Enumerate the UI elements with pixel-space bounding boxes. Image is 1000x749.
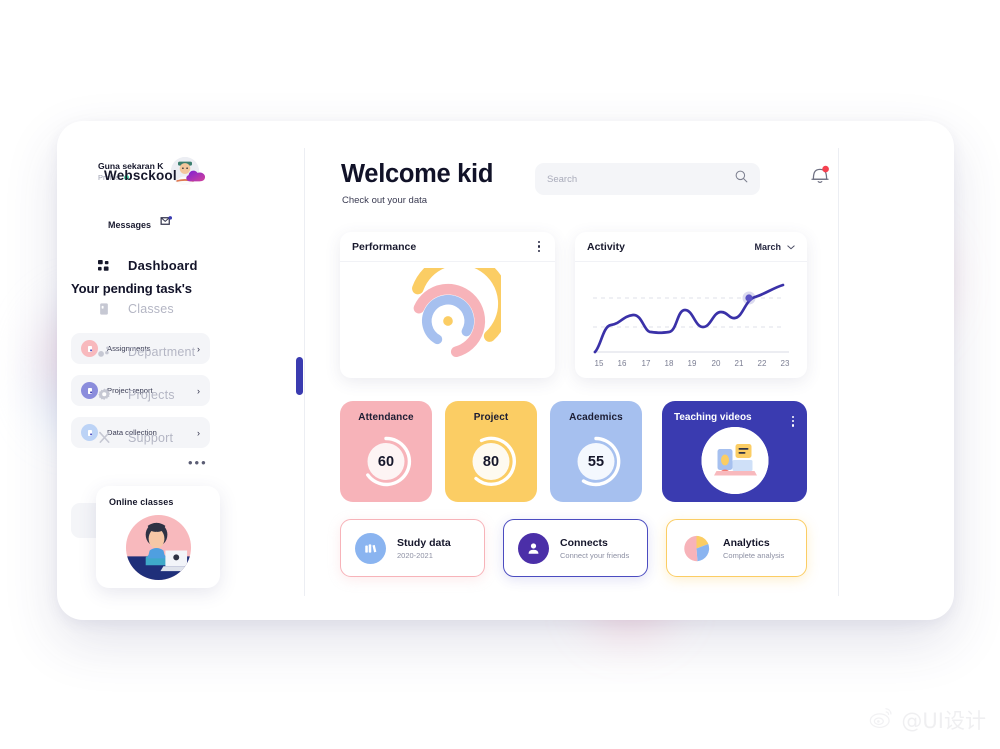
screenshot-root: Websckool Dashboard Classes Department P… — [0, 0, 1000, 749]
content-scrollbar[interactable] — [296, 357, 303, 395]
stat-value: 80 — [482, 453, 500, 470]
performance-radial-chart — [395, 253, 510, 379]
cloud-icon — [185, 168, 207, 183]
book-icon — [97, 302, 111, 316]
study-data-card[interactable]: Study data 2020-2021 — [340, 519, 485, 577]
online-classes-card[interactable]: Online classes — [96, 486, 220, 588]
sidebar-item-label: Department — [128, 344, 196, 359]
kebab-menu-icon[interactable] — [535, 238, 543, 255]
presentation-illustration — [701, 427, 768, 494]
activity-line-chart: 15 16 17 18 19 20 21 22 23 — [589, 270, 793, 375]
attendance-gauge: 60 — [359, 434, 414, 489]
connects-card[interactable]: Connects Connect your friends — [503, 519, 648, 577]
sidebar-nav: Dashboard Classes Department Projects Su… — [97, 244, 247, 459]
svg-text:17: 17 — [642, 359, 651, 368]
card-title: Study data — [397, 536, 451, 549]
brand-name: Websckool — [104, 168, 177, 183]
activity-title: Activity — [587, 240, 625, 253]
performance-title: Performance — [352, 240, 417, 253]
sidebar-item-dashboard[interactable]: Dashboard — [97, 244, 247, 287]
brand-logo[interactable]: Websckool — [104, 168, 207, 183]
main-content: Welcome kid Check out your data Search P… — [304, 121, 838, 620]
watermark: @UI设计 — [869, 705, 986, 735]
tools-icon — [97, 431, 111, 445]
sidebar-item-label: Projects — [128, 387, 175, 402]
activity-card-header: Activity March — [575, 232, 807, 262]
search-input[interactable] — [547, 173, 735, 185]
sidebar-item-projects[interactable]: Projects — [97, 373, 247, 416]
person-icon — [518, 532, 549, 564]
pie-chart-icon — [681, 533, 712, 564]
stat-title: Academics — [569, 412, 623, 423]
weibo-icon — [869, 705, 894, 735]
academics-gauge: 55 — [569, 434, 624, 489]
analytics-card[interactable]: Analytics Complete analysis — [666, 519, 807, 577]
notification-bell[interactable] — [809, 163, 831, 187]
month-selector[interactable]: March — [754, 242, 795, 252]
study-data-texts: Study data 2020-2021 — [397, 537, 451, 560]
performance-card: Performance — [340, 232, 555, 378]
svg-text:21: 21 — [735, 359, 744, 368]
connects-texts: Connects Connect your friends — [560, 537, 629, 560]
sidebar-item-support[interactable]: Support — [97, 416, 247, 459]
books-icon — [355, 532, 386, 564]
page-subtitle: Check out your data — [342, 195, 428, 206]
stat-value: 60 — [377, 453, 395, 470]
grid-icon — [97, 259, 111, 273]
card-subtitle: Connect your friends — [560, 550, 630, 560]
chevron-down-icon — [787, 242, 795, 252]
watermark-text: @UI设计 — [901, 709, 986, 733]
analytics-texts: Analytics Complete analysis — [723, 537, 784, 560]
svg-text:23: 23 — [781, 359, 790, 368]
stat-title: Attendance — [358, 412, 414, 423]
svg-text:19: 19 — [688, 359, 697, 368]
svg-text:18: 18 — [665, 359, 674, 368]
sidebar-item-classes[interactable]: Classes — [97, 287, 247, 330]
svg-text:20: 20 — [712, 359, 721, 368]
month-label: March — [754, 241, 781, 252]
card-subtitle: 2020-2021 — [397, 550, 433, 560]
kebab-menu-icon[interactable] — [789, 413, 797, 430]
stat-card-academics[interactable]: Academics 55 — [550, 401, 642, 502]
teaching-videos-title: Teaching videos — [674, 412, 752, 423]
performance-card-header: Performance — [340, 232, 555, 262]
search-box[interactable] — [535, 163, 760, 195]
sidebar-item-label: Support — [128, 430, 174, 445]
stat-card-attendance[interactable]: Attendance 60 — [340, 401, 432, 502]
student-laptop-illustration — [124, 513, 193, 582]
svg-text:22: 22 — [758, 359, 767, 368]
stat-value: 55 — [587, 453, 605, 470]
stat-card-project[interactable]: Project 80 — [445, 401, 537, 502]
card-title: Analytics — [723, 536, 770, 549]
card-title: Connects — [560, 536, 608, 549]
org-dots-icon — [97, 345, 111, 359]
page-title: Welcome kid — [341, 160, 494, 188]
stat-title: Project — [473, 412, 509, 423]
sidebar: Websckool Dashboard Classes Department P… — [57, 121, 247, 620]
activity-card: Activity March 15 16 17 18 19 20 21 22 2… — [575, 232, 807, 378]
right-panel: Guna sekaran K Profile Messages Your pen… — [71, 121, 954, 620]
search-icon — [735, 170, 748, 188]
card-subtitle: Complete analysis — [723, 550, 785, 560]
sidebar-item-label: Dashboard — [128, 258, 198, 273]
svg-text:16: 16 — [618, 359, 627, 368]
sidebar-item-department[interactable]: Department — [97, 330, 247, 373]
gear-icon — [97, 388, 111, 402]
app-window: Websckool Dashboard Classes Department P… — [57, 121, 954, 620]
teaching-videos-card[interactable]: Teaching videos — [662, 401, 807, 502]
online-classes-title: Online classes — [109, 497, 174, 507]
sidebar-item-label: Classes — [128, 301, 174, 316]
svg-text:15: 15 — [595, 359, 604, 368]
project-gauge: 80 — [464, 434, 519, 489]
